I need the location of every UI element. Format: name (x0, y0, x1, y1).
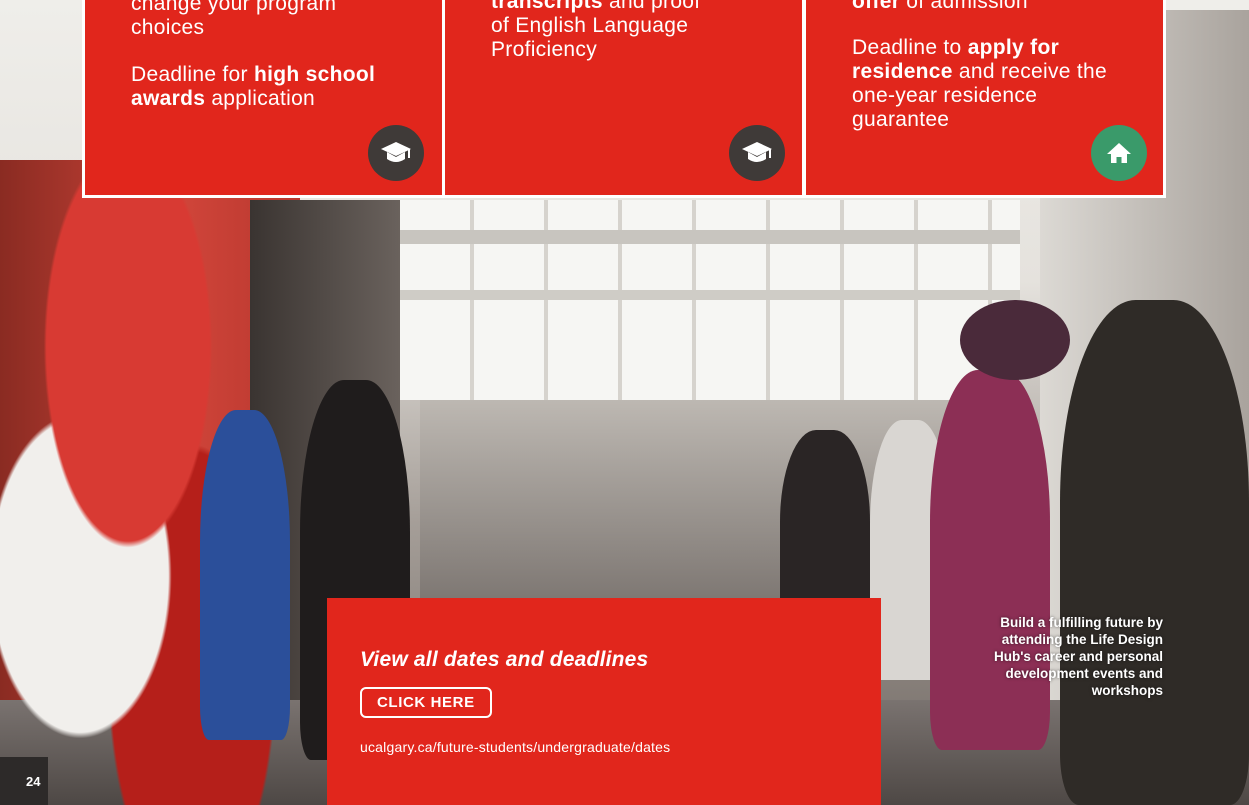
photo-caption: Build a fulfilling future by attending t… (993, 615, 1163, 698)
card-text: Deadline to apply for residence and rece… (852, 36, 1107, 131)
card-text: Deadline for high school awards applicat… (131, 63, 376, 110)
deadline-card-program: change your program choices Deadline for… (82, 0, 445, 198)
card-line: choices (131, 16, 205, 39)
card-text: transcripts and proof of English Languag… (491, 0, 791, 62)
dates-url-link[interactable]: ucalgary.ca/future-students/undergraduat… (360, 739, 670, 755)
card-text: change your program choices (131, 0, 337, 40)
graduation-cap-icon (368, 125, 424, 181)
home-icon (1091, 125, 1147, 181)
promo-headline: View all dates and deadlines (360, 648, 649, 671)
card-text: offer of admission (852, 0, 1028, 13)
card-line: change your program (131, 0, 337, 15)
dates-promo-box: View all dates and deadlines CLICK HERE … (327, 598, 881, 805)
card-line: of English Language (491, 14, 689, 37)
click-here-button[interactable]: CLICK HERE (360, 687, 492, 718)
deadline-card-residence: offer of admission Deadline to apply for… (803, 0, 1166, 198)
deadline-card-transcripts: transcripts and proof of English Languag… (442, 0, 805, 198)
graduation-cap-icon (729, 125, 785, 181)
page-number: 24 (0, 757, 48, 805)
card-line: Proficiency (491, 38, 598, 61)
